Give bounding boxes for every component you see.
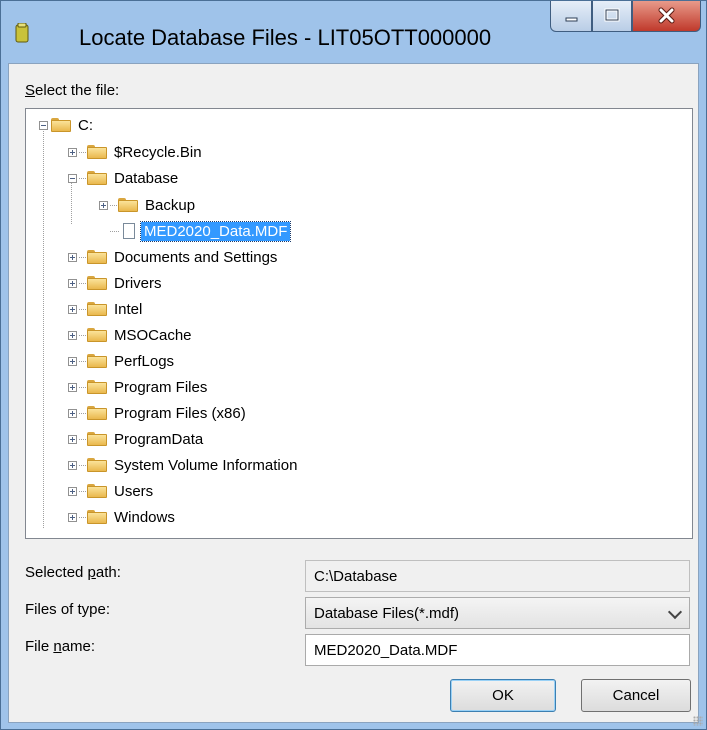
tree-node[interactable]: Program Files [68, 376, 210, 398]
expand-icon[interactable] [68, 356, 77, 366]
collapse-icon[interactable] [68, 173, 77, 183]
file-icon [123, 223, 135, 239]
folder-icon [87, 510, 107, 524]
tree-node[interactable]: Database [68, 167, 181, 189]
expand-icon[interactable] [68, 278, 77, 288]
expand-icon[interactable] [68, 147, 77, 157]
dialog-window: Locate Database Files - LIT05OTT000000 S… [0, 0, 707, 730]
folder-icon [87, 328, 107, 342]
folder-icon [87, 406, 107, 420]
tree-node[interactable]: Drivers [68, 272, 165, 294]
expand-icon[interactable] [68, 408, 77, 418]
tree-node[interactable]: $Recycle.Bin [68, 141, 205, 163]
tree-node[interactable]: Program Files (x86) [68, 402, 249, 424]
folder-icon [87, 302, 107, 316]
expand-icon[interactable] [68, 304, 77, 314]
select-file-label: Select the file: [25, 82, 120, 99]
tree-node[interactable]: Users [68, 480, 156, 502]
folder-icon [51, 118, 71, 132]
tree-node[interactable]: Windows [68, 506, 178, 528]
tree-node[interactable]: Documents and Settings [68, 246, 280, 268]
maximize-button[interactable] [592, 1, 632, 32]
folder-icon [87, 354, 107, 368]
expand-icon[interactable] [68, 382, 77, 392]
maximize-icon [604, 8, 620, 22]
expand-icon[interactable] [68, 434, 77, 444]
title-bar[interactable]: Locate Database Files - LIT05OTT000000 [1, 1, 706, 63]
window-title: Locate Database Files - LIT05OTT000000 [79, 25, 492, 50]
files-of-type-label: Files of type: [25, 601, 111, 618]
selected-path-label: Selected path: [25, 564, 121, 581]
ok-button[interactable]: OK [450, 679, 556, 712]
close-icon [658, 7, 675, 24]
expand-icon[interactable] [68, 486, 77, 496]
folder-icon [87, 432, 107, 446]
tree-node[interactable]: ProgramData [68, 428, 206, 450]
cancel-button[interactable]: Cancel [581, 679, 691, 712]
folder-icon [87, 171, 107, 185]
folder-icon [118, 198, 138, 212]
tree-node[interactable]: MED2020_Data.MDF [110, 220, 292, 242]
folder-icon [87, 145, 107, 159]
resize-grip-icon[interactable] [693, 716, 703, 726]
file-tree[interactable]: C: $Recycle.Bin Database Backup MED2020_… [25, 108, 693, 539]
folder-icon [87, 458, 107, 472]
minimize-button[interactable] [550, 1, 592, 32]
folder-icon [87, 484, 107, 498]
tree-node[interactable]: MSOCache [68, 324, 195, 346]
expand-icon[interactable] [68, 252, 77, 262]
expand-icon[interactable] [68, 330, 77, 340]
folder-icon [87, 276, 107, 290]
tree-node[interactable]: System Volume Information [68, 454, 300, 476]
file-name-label: File name: [25, 638, 96, 655]
close-button[interactable] [632, 1, 701, 32]
tree-node[interactable]: Backup [99, 194, 198, 216]
selected-path-field: C:\Database [305, 560, 690, 592]
file-name-input[interactable]: MED2020_Data.MDF [305, 634, 690, 666]
folder-icon [87, 250, 107, 264]
expand-icon[interactable] [99, 200, 108, 210]
expand-icon[interactable] [68, 512, 77, 522]
minimize-icon [565, 17, 578, 22]
expand-icon[interactable] [68, 460, 77, 470]
tree-node[interactable]: Intel [68, 298, 145, 320]
chevron-down-icon[interactable] [667, 604, 683, 620]
files-of-type-dropdown[interactable]: Database Files(*.mdf) [305, 597, 690, 629]
app-icon [15, 23, 29, 43]
folder-icon [87, 380, 107, 394]
tree-node[interactable]: PerfLogs [68, 350, 177, 372]
collapse-icon[interactable] [39, 120, 48, 130]
tree-node-root[interactable]: C: [39, 114, 96, 136]
